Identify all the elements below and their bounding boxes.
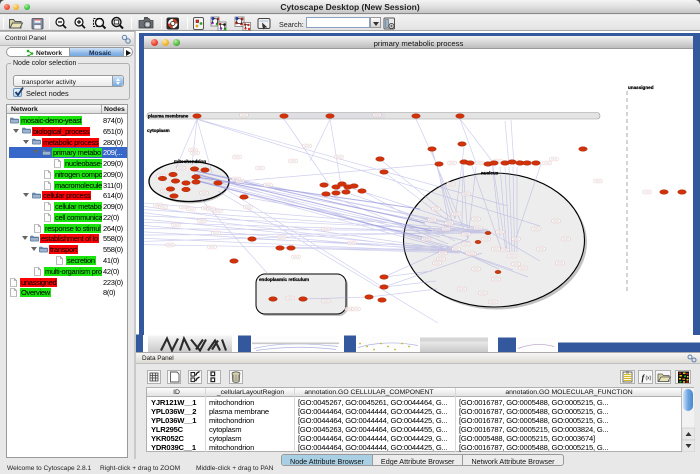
- svg-text:unassigned: unassigned: [628, 85, 654, 90]
- svg-text:plasma membrane: plasma membrane: [148, 114, 189, 119]
- svg-text:nucleus: nucleus: [481, 171, 499, 176]
- svg-text:(x): (x): [646, 376, 652, 382]
- svg-text:mitochondrion: mitochondrion: [174, 159, 206, 164]
- svg-text:cytoplasm: cytoplasm: [147, 128, 170, 133]
- svg-text:endoplasmic reticulum: endoplasmic reticulum: [259, 277, 309, 282]
